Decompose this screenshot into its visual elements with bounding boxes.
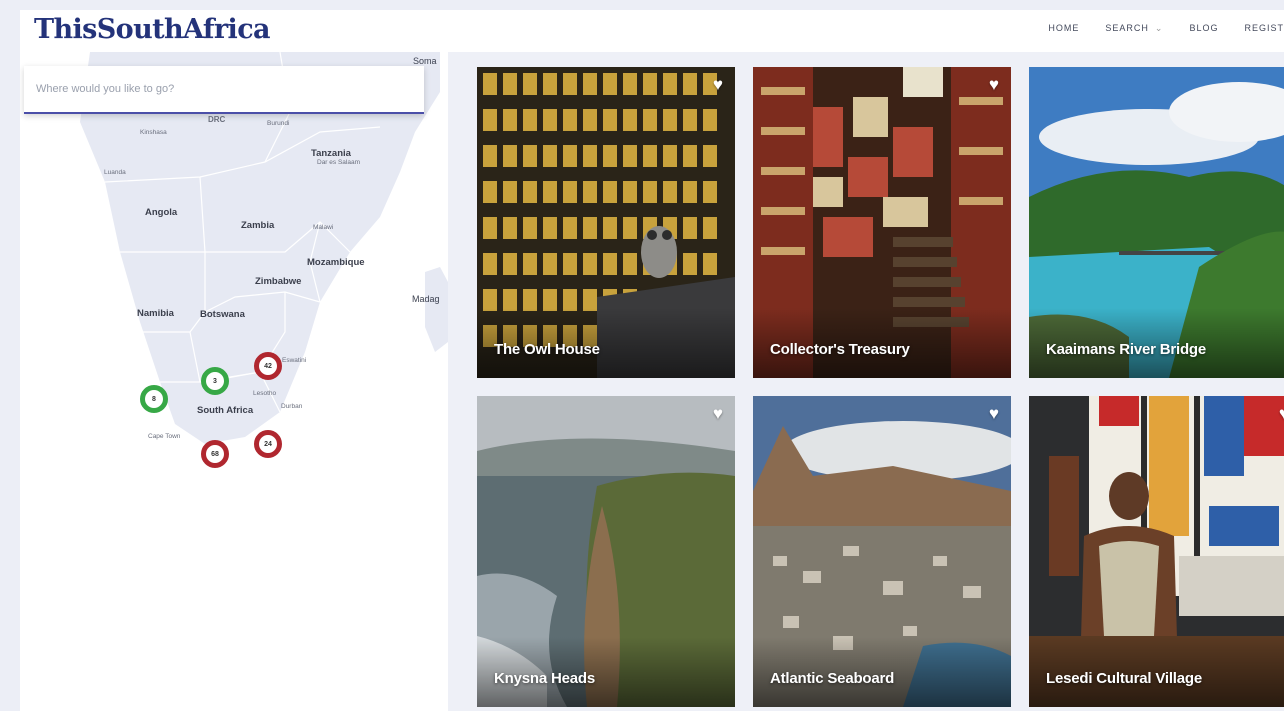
nav-home[interactable]: HOME [1048,23,1079,34]
site-logo[interactable]: ThisSouthAfrica [34,14,271,45]
site-header: ThisSouthAfrica HOME SEARCH ⌄ BLOG REGIST [20,10,1284,52]
map-label-mozambique: Mozambique [307,257,365,268]
map-label-burundi: Burundi [267,120,290,127]
map-panel[interactable]: Soma DRC Burundi Kinshasa Tanzania Dar e… [20,52,448,711]
nav-register[interactable]: REGIST [1244,23,1284,34]
card-title: Collector's Treasury [770,341,910,358]
heart-icon[interactable]: ♥ [713,75,723,95]
card-title: Kaaimans River Bridge [1046,341,1207,358]
heart-icon[interactable]: ♥ [989,404,999,424]
cluster-count: 42 [264,362,272,370]
map-label-malawi: Malawi [313,224,334,231]
destination-card[interactable]: The Owl House ♥ [477,67,735,378]
nav-blog[interactable]: BLOG [1189,23,1218,34]
heart-icon[interactable]: ♥ [1279,404,1284,424]
map-label-somalia: Soma [413,56,437,66]
map-label-eswatini: Eswatini [282,357,307,364]
map-cluster-marker[interactable]: 24 [254,430,282,458]
map-label-dar-es-salaam: Dar es Salaam [317,159,360,166]
map-label-botswana: Botswana [200,309,245,320]
map-label-south-africa: South Africa [197,405,254,416]
destination-card[interactable]: Lesedi Cultural Village ♥ [1029,396,1284,707]
map-label-angola: Angola [145,207,178,218]
map-cluster-marker[interactable]: 68 [201,440,229,468]
map-canvas [20,52,448,711]
map-cluster-marker[interactable]: 8 [140,385,168,413]
map-label-kinshasa: Kinshasa [140,129,167,136]
map-cluster-marker[interactable]: 42 [254,352,282,380]
cluster-count: 3 [213,377,217,385]
map-label-lesotho: Lesotho [253,390,277,397]
card-title: The Owl House [494,341,600,358]
map-label-madagascar: Madag [412,294,440,304]
heart-icon[interactable]: ♥ [713,404,723,424]
map-label-zambia: Zambia [241,220,275,231]
card-title: Atlantic Seaboard [770,670,895,687]
cluster-count: 24 [264,440,272,448]
destination-card[interactable]: Knysna Heads ♥ [477,396,735,707]
map-label-namibia: Namibia [137,308,174,319]
map-label-luanda: Luanda [104,169,126,176]
destination-card[interactable]: Atlantic Seaboard ♥ [753,396,1011,707]
map-label-durban: Durban [281,403,303,410]
nav-search[interactable]: SEARCH ⌄ [1105,23,1163,34]
map-label-drc: DRC [208,115,226,124]
chevron-down-icon: ⌄ [1154,23,1164,33]
heart-icon[interactable]: ♥ [989,75,999,95]
map-label-zimbabwe: Zimbabwe [255,276,302,287]
cluster-count: 68 [211,450,219,458]
map-cluster-marker[interactable]: 3 [201,367,229,395]
destination-search-input[interactable] [34,82,418,96]
browser-viewport: ThisSouthAfrica HOME SEARCH ⌄ BLOG REGIST [20,10,1284,711]
nav-search-label: SEARCH [1105,23,1149,33]
destination-card[interactable]: Collector's Treasury ♥ [753,67,1011,378]
card-title: Lesedi Cultural Village [1046,670,1203,687]
destination-search [24,66,424,114]
map-label-tanzania: Tanzania [311,148,351,159]
destination-card[interactable]: Kaaimans River Bridge [1029,67,1284,378]
cluster-count: 8 [152,395,156,403]
card-title: Knysna Heads [494,670,595,687]
main-nav: HOME SEARCH ⌄ BLOG REGIST [1048,23,1284,34]
map-label-cape-town: Cape Town [148,433,181,440]
